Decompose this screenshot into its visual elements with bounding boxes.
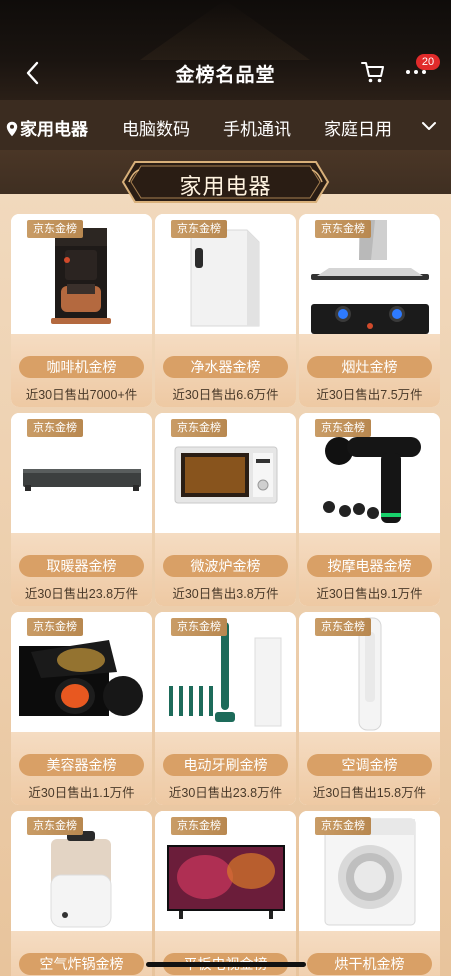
product-name: 美容器金榜 [19, 754, 144, 776]
product-card[interactable]: 京东金榜 净水器金榜 近30日售出6.6万件 [155, 214, 296, 407]
sales-text: 近30日售出15.8万件 [312, 786, 427, 800]
cart-button[interactable] [359, 58, 389, 88]
product-card[interactable]: 京东金榜 取暖器金榜 近30日售出23.8万件 [11, 413, 152, 606]
sales-text: 近30日售出6.6万件 [172, 388, 279, 402]
ranking-tag: 京东金榜 [27, 618, 83, 636]
section-banner: 家用电器 [121, 160, 330, 204]
product-name: 空气炸锅金榜 [19, 953, 144, 975]
card-bottom: 空气炸锅金榜 [11, 931, 152, 976]
sales-text: 近30日售出23.8万件 [24, 587, 139, 601]
ranking-tag: 京东金榜 [171, 817, 227, 835]
product-card[interactable]: 京东金榜 烘干机金榜 [299, 811, 440, 976]
ranking-tag: 京东金榜 [27, 817, 83, 835]
tab-mobile[interactable]: 手机通讯 [223, 115, 291, 140]
location-pin-icon [6, 121, 18, 137]
product-card[interactable]: 京东金榜 空调金榜 近30日售出15.8万件 [299, 612, 440, 805]
product-name: 烟灶金榜 [307, 356, 432, 378]
product-name: 取暖器金榜 [19, 555, 144, 577]
ranking-tag: 京东金榜 [315, 220, 371, 238]
category-tabs: 家用电器 电脑数码 手机通讯 家庭日用 [0, 100, 451, 150]
sales-text: 近30日售出7000+件 [25, 388, 138, 402]
tab-computers[interactable]: 电脑数码 [122, 115, 190, 140]
card-bottom: 美容器金榜 近30日售出1.1万件 [11, 732, 152, 805]
card-bottom: 烟灶金榜 近30日售出7.5万件 [299, 334, 440, 407]
category-section: 家用电器 京东金榜 咖啡机金榜 近30日售出7000+件 京东金榜 净水器金榜 … [0, 150, 451, 976]
more-icon [406, 70, 426, 74]
sales-text: 近30日售出23.8万件 [168, 786, 283, 800]
product-name: 按摩电器金榜 [307, 555, 432, 577]
product-card[interactable]: 京东金榜 空气炸锅金榜 [11, 811, 152, 976]
ranking-tag: 京东金榜 [315, 817, 371, 835]
product-name: 净水器金榜 [163, 356, 288, 378]
ranking-tag: 京东金榜 [171, 419, 227, 437]
sales-text: 近30日售出9.1万件 [316, 587, 423, 601]
section-title: 家用电器 [179, 174, 272, 199]
product-name: 烘干机金榜 [307, 953, 432, 975]
product-card[interactable]: 京东金榜 美容器金榜 近30日售出1.1万件 [11, 612, 152, 805]
ranking-tag: 京东金榜 [27, 220, 83, 238]
product-name: 空调金榜 [307, 754, 432, 776]
tab-label: 家用电器 [20, 120, 88, 139]
cart-badge: 20 [416, 54, 440, 70]
header-bar: 金榜名品堂 20 [0, 0, 451, 100]
ranking-tag: 京东金榜 [171, 220, 227, 238]
header-decoration [140, 0, 310, 60]
product-card[interactable]: 京东金榜 咖啡机金榜 近30日售出7000+件 [11, 214, 152, 407]
ranking-tag: 京东金榜 [27, 419, 83, 437]
sales-text: 近30日售出7.5万件 [316, 388, 423, 402]
card-bottom: 电动牙刷金榜 近30日售出23.8万件 [155, 732, 296, 805]
cart-icon [361, 62, 384, 83]
sales-text: 近30日售出3.8万件 [172, 587, 279, 601]
product-card[interactable]: 京东金榜 按摩电器金榜 近30日售出9.1万件 [299, 413, 440, 606]
ranking-tag: 京东金榜 [315, 618, 371, 636]
card-bottom: 微波炉金榜 近30日售出3.8万件 [155, 533, 296, 606]
product-name: 微波炉金榜 [163, 555, 288, 577]
tab-household[interactable]: 家庭日用 [324, 115, 392, 140]
card-bottom: 烘干机金榜 [299, 931, 440, 976]
card-bottom: 按摩电器金榜 近30日售出9.1万件 [299, 533, 440, 606]
home-indicator[interactable] [146, 962, 306, 967]
ranking-tag: 京东金榜 [171, 618, 227, 636]
product-card[interactable]: 京东金榜 微波炉金榜 近30日售出3.8万件 [155, 413, 296, 606]
card-bottom: 取暖器金榜 近30日售出23.8万件 [11, 533, 152, 606]
card-bottom: 平板电视金榜 [155, 931, 296, 976]
product-card[interactable]: 京东金榜 电动牙刷金榜 近30日售出23.8万件 [155, 612, 296, 805]
sales-text: 近30日售出1.1万件 [28, 786, 135, 800]
product-name: 咖啡机金榜 [19, 356, 144, 378]
tab-home-appliances[interactable]: 家用电器 [6, 115, 88, 140]
chevron-down-icon[interactable] [418, 116, 440, 136]
card-bottom: 咖啡机金榜 近30日售出7000+件 [11, 334, 152, 407]
product-card[interactable]: 京东金榜 平板电视金榜 [155, 811, 296, 976]
product-name: 电动牙刷金榜 [163, 754, 288, 776]
card-bottom: 空调金榜 近30日售出15.8万件 [299, 732, 440, 805]
card-bottom: 净水器金榜 近30日售出6.6万件 [155, 334, 296, 407]
product-card[interactable]: 京东金榜 烟灶金榜 近30日售出7.5万件 [299, 214, 440, 407]
ranking-tag: 京东金榜 [315, 419, 371, 437]
